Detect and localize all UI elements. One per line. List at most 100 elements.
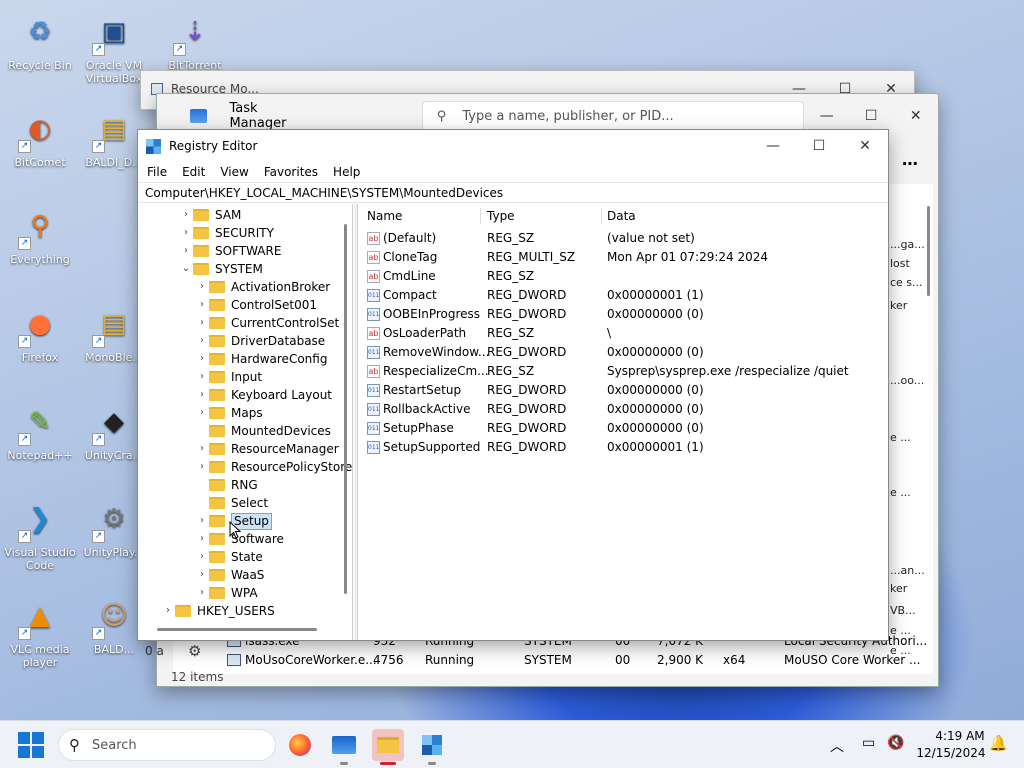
chevron-right-icon[interactable]: › xyxy=(195,278,209,296)
chevron-down-icon[interactable]: ⌄ xyxy=(179,260,193,278)
taskbar-file-explorer-icon[interactable] xyxy=(372,729,404,761)
tree-vertical-scrollbar[interactable] xyxy=(344,224,347,594)
menu-favorites[interactable]: Favorites xyxy=(263,165,319,179)
tree-node-waas[interactable]: › WaaS xyxy=(195,566,264,584)
chevron-right-icon[interactable]: › xyxy=(195,368,209,386)
menu-file[interactable]: File xyxy=(146,165,168,179)
chevron-right-icon[interactable]: › xyxy=(179,206,193,224)
tree-node-security[interactable]: › SECURITY xyxy=(179,224,274,242)
menu-help[interactable]: Help xyxy=(332,165,361,179)
column-type[interactable]: Type xyxy=(487,204,515,228)
registry-value-row[interactable]: 011 OOBEInProgress REG_DWORD 0x00000000 (0) xyxy=(359,305,889,324)
chevron-right-icon[interactable]: › xyxy=(195,530,209,548)
desktop-vscode-shortcut[interactable]: ❯ ↗ Visual Studio Code xyxy=(0,495,80,573)
chevron-right-icon[interactable]: › xyxy=(195,512,209,530)
network-icon[interactable]: ▭ xyxy=(862,735,875,751)
minimize-button[interactable]: — xyxy=(804,100,849,132)
chevron-right-icon[interactable]: › xyxy=(179,224,193,242)
tree-node-rng[interactable]: RNG xyxy=(195,476,258,494)
tree-horizontal-scrollbar[interactable] xyxy=(157,628,317,631)
menu-edit[interactable]: Edit xyxy=(181,165,206,179)
clock-time[interactable]: 4:19 AM xyxy=(935,729,985,743)
tree-node-input[interactable]: › Input xyxy=(195,368,262,386)
volume-muted-icon[interactable]: 🔇 xyxy=(887,735,904,751)
taskbar-task-manager-icon[interactable] xyxy=(328,729,360,761)
tree-node-system[interactable]: ⌄ SYSTEM xyxy=(179,260,263,278)
taskbar-search-label[interactable]: Search xyxy=(92,738,137,753)
registry-value-row[interactable]: 011 SetupSupported REG_DWORD 0x00000001 (1) xyxy=(359,438,889,457)
tree-node-resourcepolicystore[interactable]: › ResourcePolicyStore xyxy=(195,458,352,476)
desktop-everything-search-shortcut[interactable]: ⚲ ↗ Everything xyxy=(0,202,80,267)
values-pane[interactable]: Name Type Data ab (Default) REG_SZ (value n… xyxy=(359,204,889,640)
chevron-right-icon[interactable]: › xyxy=(195,584,209,602)
chevron-right-icon[interactable]: › xyxy=(195,386,209,404)
chevron-right-icon[interactable]: › xyxy=(195,458,209,476)
registry-value-row[interactable]: 011 RestartSetup REG_DWORD 0x00000000 (0) xyxy=(359,381,889,400)
tree-node-state[interactable]: › State xyxy=(195,548,263,566)
minimize-button[interactable]: — xyxy=(750,130,796,162)
chevron-right-icon[interactable]: › xyxy=(195,332,209,350)
tree-node-select[interactable]: Select xyxy=(195,494,268,512)
registry-editor-window[interactable]: Registry Editor — ☐ ✕ File Edit View Favori… xyxy=(137,129,889,641)
close-button[interactable]: ✕ xyxy=(842,130,888,162)
tree-node-currentcontrolset[interactable]: › CurrentControlSet xyxy=(195,314,339,332)
tree-node-driverdatabase[interactable]: › DriverDatabase xyxy=(195,332,325,350)
chevron-right-icon[interactable]: › xyxy=(195,350,209,368)
column-name[interactable]: Name xyxy=(367,204,402,228)
desktop-firefox-shortcut[interactable]: ● ↗ Firefox xyxy=(0,300,80,364)
taskbar-search-box[interactable]: ⚲ Search xyxy=(58,729,276,761)
tree-node-controlset001[interactable]: › ControlSet001 xyxy=(195,296,317,314)
chevron-right-icon[interactable]: › xyxy=(195,440,209,458)
maximize-button[interactable]: ☐ xyxy=(849,100,894,132)
key-tree-pane[interactable]: › SAM › SECURITY › SOFTWARE ⌄ SYSTEM › Activation… xyxy=(139,204,353,640)
desktop-recycle-bin-shortcut[interactable]: ♻ Recycle Bin xyxy=(0,8,80,73)
tree-node-keyboard-layout[interactable]: › Keyboard Layout xyxy=(195,386,332,404)
column-data[interactable]: Data xyxy=(607,204,636,228)
registry-value-row[interactable]: ab CmdLine REG_SZ xyxy=(359,267,889,286)
notification-bell-icon[interactable]: 🔔 xyxy=(989,734,1008,752)
start-button[interactable] xyxy=(18,732,44,758)
tree-node-sam[interactable]: › SAM xyxy=(179,206,241,224)
menu-view[interactable]: View xyxy=(219,165,249,179)
registry-value-row[interactable]: ab RespecializeCm... REG_SZ Sysprep\sysprep… xyxy=(359,362,889,381)
tree-node-hkey-users[interactable]: › HKEY_USERS xyxy=(161,602,275,620)
address-path[interactable]: Computer\HKEY_LOCAL_MACHINE\SYSTEM\Mount… xyxy=(145,186,503,200)
process-row[interactable]: MoUsoCoreWorker.e... 4756 Running SYSTEM 00 2… xyxy=(173,651,933,670)
registry-value-row[interactable]: 011 Compact REG_DWORD 0x00000001 (1) xyxy=(359,286,889,305)
registry-value-row[interactable]: ab OsLoaderPath REG_SZ \ xyxy=(359,324,889,343)
more-options-icon[interactable]: ⋯ xyxy=(902,154,918,173)
taskbar-firefox-icon[interactable] xyxy=(284,729,316,761)
tree-node-mounteddevices[interactable]: MountedDevices xyxy=(195,422,331,440)
tree-node-activationbroker[interactable]: › ActivationBroker xyxy=(195,278,330,296)
taskbar-registry-editor-icon[interactable] xyxy=(416,729,448,761)
chevron-right-icon[interactable]: › xyxy=(161,602,175,620)
registry-value-row[interactable]: 011 RollbackActive REG_DWORD 0x00000000 (0) xyxy=(359,400,889,419)
tree-node-maps[interactable]: › Maps xyxy=(195,404,263,422)
chevron-right-icon[interactable]: › xyxy=(179,242,193,260)
desktop-notepadpp-shortcut[interactable]: ✎ ↗ Notepad++ xyxy=(0,398,80,463)
process-search-box[interactable]: ⚲ Type a name, publisher, or PID... xyxy=(421,101,805,131)
tree-node-software[interactable]: › SOFTWARE xyxy=(179,242,281,260)
process-scrollbar[interactable] xyxy=(927,206,930,296)
tree-node-wpa[interactable]: › WPA xyxy=(195,584,258,602)
address-bar[interactable]: Computer\HKEY_LOCAL_MACHINE\SYSTEM\Mount… xyxy=(138,182,888,203)
show-hidden-icons-chevron-icon[interactable]: ︿ xyxy=(830,736,844,756)
tree-node-resourcemanager[interactable]: › ResourceManager xyxy=(195,440,339,458)
registry-value-row[interactable]: ab CloneTag REG_MULTI_SZ Mon Apr 01 07:29:2… xyxy=(359,248,889,267)
chevron-right-icon[interactable]: › xyxy=(195,548,209,566)
registry-value-row[interactable]: ab (Default) REG_SZ (value not set) xyxy=(359,229,889,248)
tree-node-hardwareconfig[interactable]: › HardwareConfig xyxy=(195,350,327,368)
chevron-right-icon[interactable]: › xyxy=(195,566,209,584)
maximize-button[interactable]: ☐ xyxy=(796,130,842,162)
chevron-right-icon[interactable]: › xyxy=(195,404,209,422)
pane-splitter[interactable] xyxy=(354,204,358,640)
desktop-bitcomet-shortcut[interactable]: ◐ ↗ BitComet xyxy=(0,105,80,170)
process-search-input[interactable]: Type a name, publisher, or PID... xyxy=(462,109,673,124)
chevron-right-icon[interactable]: › xyxy=(195,314,209,332)
close-button[interactable]: ✕ xyxy=(893,100,938,132)
registry-value-row[interactable]: 011 RemoveWindow... REG_DWORD 0x00000000 (0… xyxy=(359,343,889,362)
registry-value-row[interactable]: 011 SetupPhase REG_DWORD 0x00000000 (0) xyxy=(359,419,889,438)
clock-date[interactable]: 12/15/2024 xyxy=(915,746,987,760)
desktop-vlc-shortcut[interactable]: ▲ ↗ VLC media player xyxy=(0,592,80,670)
desktop-bittorrent-shortcut[interactable]: ⇣ ↗ BitTorrent xyxy=(155,8,235,73)
